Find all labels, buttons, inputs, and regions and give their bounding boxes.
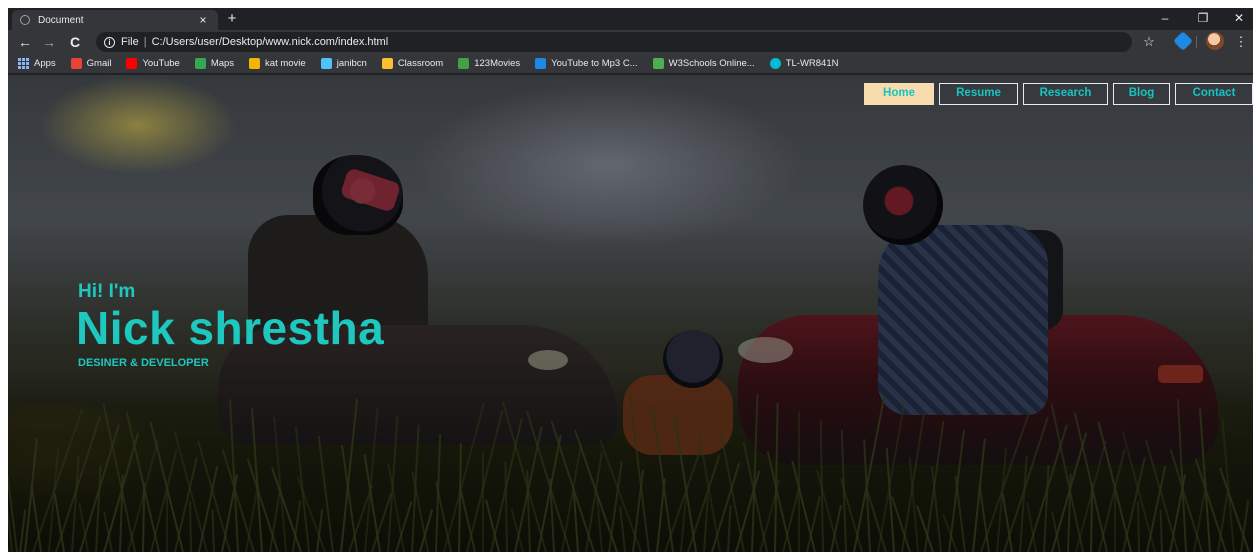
123movies-icon: [458, 58, 470, 69]
page-viewport: Home Resume Research Blog Contact Hi! I'm Ni…: [8, 75, 1253, 552]
bookmark-youtube-mp3[interactable]: YouTube to Mp3 C...: [535, 58, 638, 69]
youtube-icon: [126, 58, 138, 69]
url-scheme: File: [121, 36, 139, 48]
bookmarks-bar: Apps Gmail YouTube Maps kat movie janibcn Clas…: [8, 54, 1253, 74]
restore-button[interactable]: ❐: [1194, 10, 1212, 26]
browser-toolbar: ← → C i File | C:/Users/user/Desktop/www…: [8, 30, 1253, 54]
youtube-mp3-icon: [535, 58, 547, 69]
bookmark-apps[interactable]: Apps: [18, 58, 56, 69]
bookmark-label: YouTube to Mp3 C...: [551, 58, 638, 69]
tab-close-button[interactable]: ×: [196, 13, 210, 27]
bookmark-label: TL-WR841N: [785, 58, 839, 69]
bookmark-label: kat movie: [265, 58, 306, 69]
bookmark-tplink[interactable]: TL-WR841N: [769, 58, 839, 69]
new-tab-button[interactable]: +: [224, 10, 240, 28]
reload-button[interactable]: C: [66, 33, 84, 51]
bookmark-label: janibcn: [336, 58, 367, 69]
bookmark-w3schools[interactable]: W3Schools Online...: [652, 58, 755, 69]
hero-name: Nick shrestha: [76, 302, 385, 354]
nav-blog[interactable]: Blog: [1113, 83, 1170, 105]
bookmark-classroom[interactable]: Classroom: [381, 58, 444, 69]
nav-contact[interactable]: Contact: [1175, 83, 1253, 105]
url-separator: |: [143, 36, 147, 48]
nav-resume[interactable]: Resume: [939, 83, 1018, 105]
bookmark-label: Classroom: [397, 58, 444, 69]
bookmark-label: Gmail: [86, 58, 112, 69]
profile-avatar-icon[interactable]: [1206, 32, 1224, 50]
apps-icon: [18, 58, 29, 69]
bookmark-gmail[interactable]: Gmail: [70, 58, 112, 69]
bookmark-label: 123Movies: [474, 58, 521, 69]
extension-icon[interactable]: [1173, 31, 1193, 51]
tplink-icon: [769, 58, 781, 69]
hero-greeting: Hi! I'm: [78, 281, 136, 302]
browser-window: Document × + – ❐ ✕ ← → C i File | C:/Use…: [8, 8, 1253, 552]
bookmark-maps[interactable]: Maps: [194, 58, 235, 69]
bookmark-label: Apps: [34, 58, 56, 69]
bookmark-janibcn[interactable]: janibcn: [320, 58, 367, 69]
tab-document[interactable]: Document ×: [12, 10, 218, 30]
bookmark-label: YouTube: [142, 58, 180, 69]
nav-home[interactable]: Home: [864, 83, 934, 105]
classroom-icon: [381, 58, 393, 69]
toolbar-divider: [1196, 36, 1197, 48]
janibcn-icon: [320, 58, 332, 69]
w3schools-icon: [652, 58, 664, 69]
tab-strip: Document × + – ❐ ✕: [8, 8, 1253, 30]
nav-research[interactable]: Research: [1023, 83, 1108, 105]
close-window-button[interactable]: ✕: [1230, 10, 1248, 26]
minimize-button[interactable]: –: [1156, 10, 1174, 26]
gmail-icon: [70, 58, 82, 69]
address-bar[interactable]: i File | C:/Users/user/Desktop/www.nick.…: [96, 32, 1132, 52]
bookmark-123movies[interactable]: 123Movies: [458, 58, 520, 69]
maps-icon: [194, 58, 206, 69]
site-navigation: Home Resume Research Blog Contact: [864, 83, 1253, 105]
forward-button[interactable]: →: [40, 33, 58, 51]
bookmark-kat-movie[interactable]: kat movie: [249, 58, 306, 69]
bookmark-label: Maps: [210, 58, 235, 69]
bookmark-youtube[interactable]: YouTube: [126, 58, 180, 69]
globe-icon: [20, 15, 30, 25]
bookmark-label: W3Schools Online...: [668, 58, 755, 69]
bookmark-star-icon[interactable]: ☆: [1140, 33, 1158, 51]
url-path: C:/Users/user/Desktop/www.nick.com/index…: [151, 36, 389, 48]
hero-role: DESINER & DEVELOPER: [78, 357, 209, 369]
tab-title: Document: [38, 14, 84, 26]
info-icon[interactable]: i: [104, 36, 115, 48]
back-button[interactable]: ←: [16, 33, 34, 51]
menu-icon[interactable]: ⋮: [1234, 33, 1248, 51]
kat-movie-icon: [249, 58, 261, 69]
